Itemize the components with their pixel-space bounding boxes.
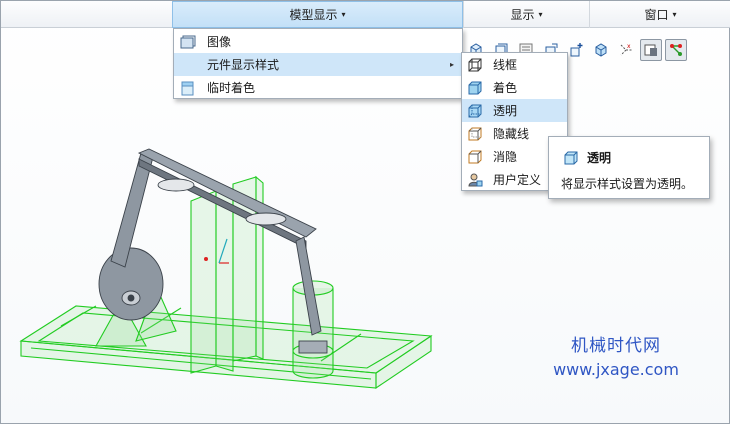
- spin-center-icon[interactable]: [565, 39, 587, 61]
- menu-item-label: 图像: [207, 35, 232, 49]
- model-viewport[interactable]: [1, 101, 471, 421]
- wireframe-icon: [466, 56, 484, 74]
- chevron-right-icon: ▸: [449, 60, 454, 69]
- submenu-item-label: 线框: [493, 58, 518, 72]
- submenu-item-label: 透明: [493, 104, 518, 118]
- watermark-url: www.jxage.com: [553, 360, 679, 379]
- tab-model-display[interactable]: 模型显示 ▾: [172, 1, 463, 28]
- chevron-down-icon: ▾: [672, 10, 677, 19]
- layer-toggle-icon[interactable]: [640, 39, 662, 61]
- tab-label: 显示: [510, 8, 535, 22]
- submenu-item-label: 隐藏线: [493, 127, 530, 141]
- submenu-item-label: 用户定义: [493, 173, 542, 187]
- shaded-icon: [466, 79, 484, 97]
- watermark-name: 机械时代网: [571, 336, 661, 356]
- temp-shade-icon: [179, 79, 197, 97]
- tab-window[interactable]: 窗口 ▾: [589, 1, 730, 28]
- datum-display-icon[interactable]: x: [615, 39, 637, 61]
- svg-text:x: x: [627, 43, 631, 50]
- hidden-line-icon: [466, 125, 484, 143]
- tab-display[interactable]: 显示 ▾: [463, 1, 589, 28]
- tooltip-title: 透明: [587, 151, 612, 165]
- menu-item-temp-shade[interactable]: 临时着色: [174, 76, 462, 99]
- chevron-down-icon: ▾: [341, 10, 346, 19]
- menu-item-label: 临时着色: [207, 81, 256, 95]
- tab-label: 模型显示: [289, 8, 338, 22]
- transparent-icon: [466, 102, 484, 120]
- submenu-item-wireframe[interactable]: 线框: [462, 53, 567, 76]
- transparent-icon: [563, 150, 579, 166]
- submenu-item-transparent[interactable]: 透明: [462, 99, 567, 122]
- chevron-down-icon: ▾: [538, 10, 543, 19]
- menu-bar: 模型显示 ▾ 显示 ▾ 窗口 ▾: [1, 1, 730, 28]
- connector-icon[interactable]: [665, 39, 687, 61]
- submenu-item-shaded[interactable]: 着色: [462, 76, 567, 99]
- submenu-item-label: 着色: [493, 81, 518, 95]
- menu-item-image[interactable]: 图像: [174, 30, 462, 53]
- user-defined-icon: [466, 171, 484, 189]
- tab-label: 窗口: [644, 8, 669, 22]
- model-display-dropdown: 图像 元件显示样式 ▸ 临时着色: [173, 28, 463, 99]
- display-style-icon[interactable]: [590, 39, 612, 61]
- watermark: 机械时代网 www.jxage.com: [541, 331, 691, 379]
- image-icon: [179, 33, 197, 51]
- menu-item-component-display-style[interactable]: 元件显示样式 ▸: [174, 53, 462, 76]
- tooltip-transparent: 透明 将显示样式设置为透明。: [548, 136, 710, 199]
- app-window: 模型显示 ▾ 显示 ▾ 窗口 ▾ x 图像 元件显示样式 ▸ 临时着色 线框 着…: [0, 0, 730, 424]
- menu-item-label: 元件显示样式: [207, 58, 280, 72]
- submenu-item-label: 消隐: [493, 150, 518, 164]
- tooltip-description: 将显示样式设置为透明。: [561, 177, 694, 191]
- no-hidden-icon: [466, 148, 484, 166]
